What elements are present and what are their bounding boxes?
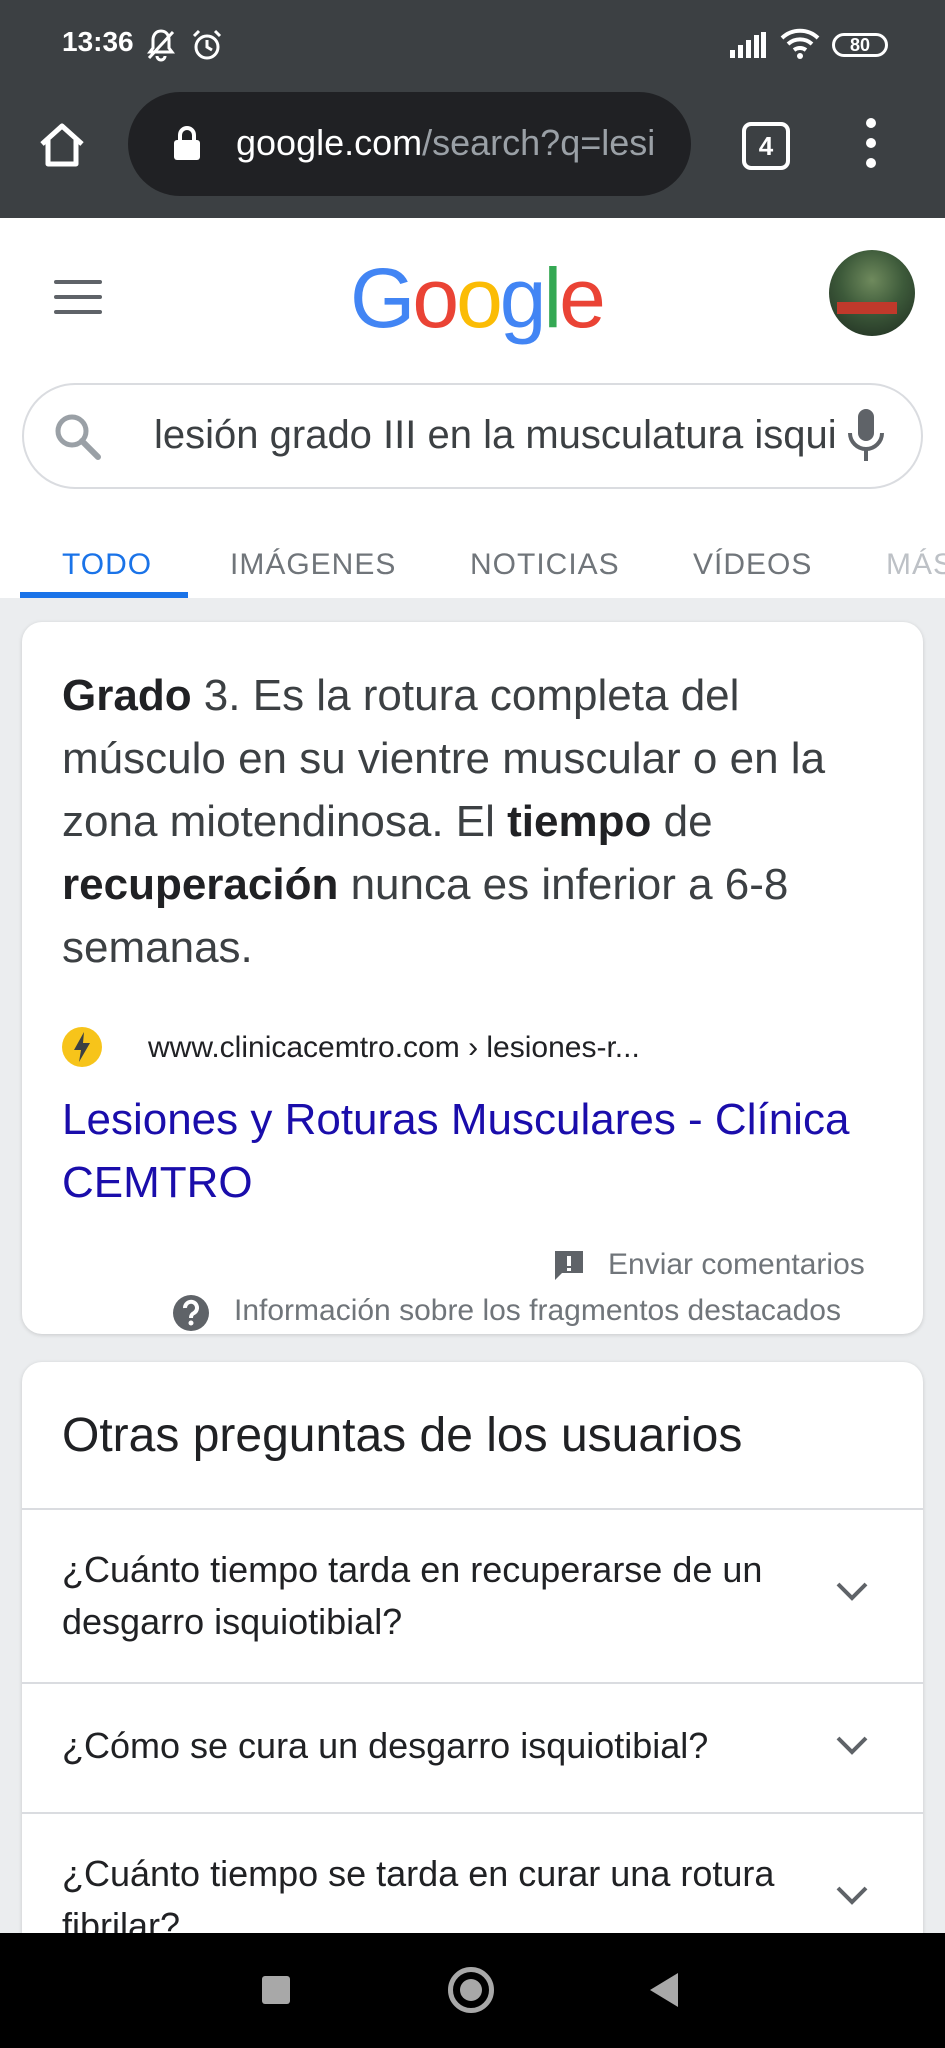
url-host: google.com bbox=[236, 122, 423, 163]
snippet-bold: recuperación bbox=[62, 860, 339, 909]
snippet-info-label[interactable]: Información sobre los fragmentos destaca… bbox=[234, 1294, 841, 1328]
active-tab-indicator bbox=[20, 592, 188, 598]
url-path: /search?q=lesic bbox=[422, 122, 656, 163]
paa-question[interactable]: ¿Cuánto tiempo tarda en recuperarse de u… bbox=[62, 1544, 822, 1648]
home-button[interactable] bbox=[448, 1967, 494, 2013]
avatar[interactable] bbox=[829, 250, 915, 336]
search-tabs: TODO IMÁGENES NOTICIAS VÍDEOS MÁS bbox=[0, 518, 945, 598]
snippet-text: Grado 3. Es la rotura completa del múscu… bbox=[62, 664, 902, 979]
bell-off-icon bbox=[145, 28, 177, 67]
wifi-icon bbox=[780, 28, 820, 65]
lock-icon bbox=[172, 126, 202, 167]
url-text: google.com/search?q=lesic bbox=[236, 122, 656, 164]
home-icon[interactable] bbox=[38, 120, 86, 168]
chevron-down-icon[interactable] bbox=[834, 1884, 870, 1913]
mic-icon[interactable] bbox=[846, 407, 886, 472]
back-button[interactable] bbox=[650, 1973, 678, 2007]
status-time: 13:36 bbox=[62, 26, 134, 57]
tab-todo[interactable]: TODO bbox=[62, 548, 152, 582]
browser-chrome: 13:36 80 google.com/search?q=lesic 4 bbox=[0, 0, 945, 218]
snippet-bold: Grado bbox=[62, 671, 192, 720]
search-input[interactable]: lesión grado III en la musculatura isqui… bbox=[154, 413, 834, 458]
tab-noticias[interactable]: NOTICIAS bbox=[470, 548, 620, 582]
logo-letter: o bbox=[456, 251, 503, 345]
url-bar[interactable]: google.com/search?q=lesic bbox=[128, 92, 691, 196]
logo-letter: g bbox=[499, 251, 547, 345]
logo-letter: o bbox=[412, 251, 459, 345]
tab-switcher-button[interactable]: 4 bbox=[742, 122, 790, 170]
feedback-icon bbox=[552, 1248, 586, 1287]
paa-question[interactable]: ¿Cómo se cura un desgarro isquiotibial? bbox=[62, 1720, 822, 1772]
chevron-down-icon[interactable] bbox=[834, 1580, 870, 1609]
alarm-icon bbox=[190, 28, 224, 67]
feedback-label[interactable]: Enviar comentarios bbox=[608, 1248, 865, 1282]
google-header: Google lesión grado III en la musculatur… bbox=[0, 218, 945, 598]
battery-icon: 80 bbox=[832, 33, 888, 57]
status-bar: 13:36 80 bbox=[0, 0, 945, 90]
search-icon[interactable] bbox=[52, 411, 102, 466]
paa-title: Otras preguntas de los usuarios bbox=[62, 1409, 743, 1462]
tab-imagenes[interactable]: IMÁGENES bbox=[230, 548, 396, 582]
logo-letter: G bbox=[350, 251, 415, 345]
tab-mas[interactable]: MÁS bbox=[886, 548, 945, 582]
help-icon bbox=[172, 1294, 210, 1337]
signal-icon bbox=[730, 32, 766, 63]
recents-button[interactable] bbox=[262, 1976, 290, 2004]
tab-videos[interactable]: VÍDEOS bbox=[693, 548, 812, 582]
logo-letter: l bbox=[543, 251, 563, 345]
hamburger-menu-icon[interactable] bbox=[54, 280, 102, 325]
logo-letter: e bbox=[559, 251, 606, 345]
paa-item[interactable]: ¿Cómo se cura un desgarro isquiotibial? bbox=[22, 1682, 923, 1812]
chevron-down-icon[interactable] bbox=[834, 1734, 870, 1763]
source-url[interactable]: www.clinicacemtro.com › lesiones-r... bbox=[148, 1031, 640, 1065]
navigation-bar bbox=[0, 1933, 945, 2048]
featured-snippet: Grado 3. Es la rotura completa del múscu… bbox=[22, 622, 923, 1334]
site-favicon-icon bbox=[62, 1027, 102, 1067]
snippet-bold: tiempo bbox=[507, 797, 652, 846]
snippet-span: de bbox=[651, 797, 713, 846]
google-logo[interactable]: Google bbox=[350, 250, 606, 347]
paa-item[interactable]: ¿Cuánto tiempo tarda en recuperarse de u… bbox=[22, 1508, 923, 1682]
more-options-icon[interactable] bbox=[860, 118, 882, 172]
result-title-link[interactable]: Lesiones y Roturas Musculares - Clínica … bbox=[62, 1088, 892, 1214]
search-box[interactable]: lesión grado III en la musculatura isqui… bbox=[22, 383, 923, 489]
